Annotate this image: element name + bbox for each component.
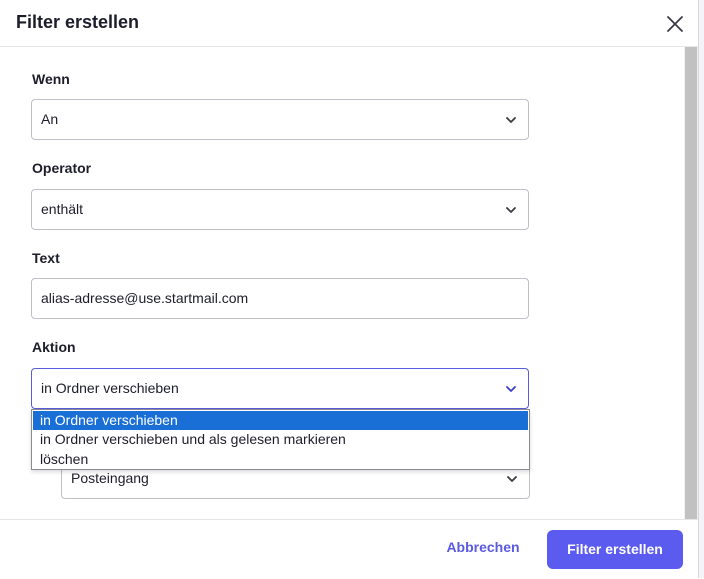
chevron-down-icon [505, 472, 519, 486]
close-button[interactable] [662, 11, 688, 37]
create-filter-button[interactable]: Filter erstellen [547, 530, 683, 569]
aktion-dropdown-list: in Ordner verschieben in Ordner verschie… [31, 409, 530, 470]
cancel-button[interactable]: Abbrechen [437, 539, 529, 559]
aktion-option[interactable]: löschen [33, 450, 528, 469]
wenn-label: Wenn [32, 71, 70, 87]
dialog-title: Filter erstellen [16, 12, 140, 32]
scrollbar[interactable] [684, 47, 698, 519]
dialog-header: Filter erstellen [0, 0, 698, 47]
close-icon [667, 16, 683, 32]
text-input[interactable]: alias-adresse@use.startmail.com [31, 278, 529, 319]
operator-label: Operator [32, 160, 92, 176]
chevron-down-icon [504, 203, 518, 217]
chevron-down-icon [504, 113, 518, 127]
scrollbar-thumb[interactable] [685, 47, 697, 519]
folder-value: Posteingang [71, 470, 149, 486]
aktion-select[interactable]: in Ordner verschieben [31, 368, 529, 409]
wenn-value: An [41, 111, 59, 127]
aktion-label: Aktion [32, 339, 76, 355]
window-edge [698, 0, 704, 578]
aktion-option[interactable]: in Ordner verschieben und als gelesen ma… [33, 430, 528, 449]
wenn-select[interactable]: An [31, 99, 529, 140]
dialog-footer: Abbrechen Filter erstellen [0, 519, 698, 579]
aktion-value: in Ordner verschieben [41, 380, 179, 396]
filter-dialog: Filter erstellen Wenn An Operator enthäl… [0, 0, 704, 579]
chevron-down-icon [504, 382, 518, 396]
operator-select[interactable]: enthält [31, 189, 529, 230]
text-label: Text [32, 250, 60, 266]
aktion-option[interactable]: in Ordner verschieben [33, 411, 528, 430]
text-input-value: alias-adresse@use.startmail.com [41, 290, 249, 306]
operator-value: enthält [41, 201, 84, 217]
